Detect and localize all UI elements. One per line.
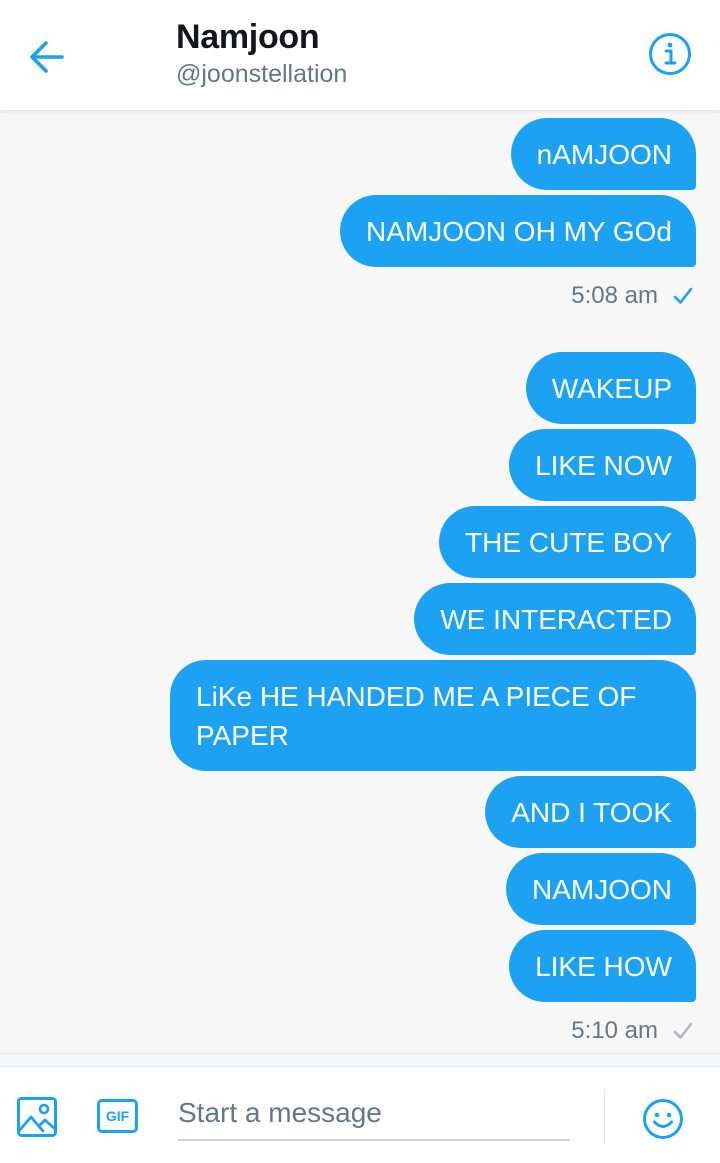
gif-button[interactable]: GIF: [97, 1099, 138, 1133]
emoji-icon[interactable]: [642, 1098, 684, 1140]
conversation-title[interactable]: Namjoon: [176, 18, 320, 57]
image-icon[interactable]: [16, 1096, 58, 1138]
info-icon[interactable]: [647, 31, 693, 77]
message-bubble[interactable]: WAKEUP: [525, 352, 696, 424]
timestamp-text: 5:08 am: [571, 282, 658, 309]
composer-separator: [604, 1089, 605, 1145]
read-check-icon: [673, 287, 693, 304]
thread-divider: [0, 1053, 720, 1054]
message-timestamp: 5:08 am: [571, 282, 694, 310]
message-bubble[interactable]: THE CUTE BOY: [439, 506, 696, 578]
message-composer: GIF: [0, 1066, 720, 1163]
conversation-handle[interactable]: @joonstellation: [176, 60, 347, 89]
conversation-header: Namjoon @joonstellation: [0, 0, 720, 111]
sent-check-icon: [673, 1022, 693, 1039]
message-bubble[interactable]: AND I TOOK: [485, 776, 696, 848]
message-bubble[interactable]: LIKE NOW: [509, 429, 696, 501]
message-bubble[interactable]: NAMJOON: [506, 853, 696, 925]
timestamp-text: 5:10 am: [571, 1017, 658, 1044]
message-timestamp: 5:10 am: [571, 1017, 694, 1045]
message-bubble[interactable]: WE INTERACTED: [414, 583, 696, 655]
message-bubble[interactable]: LiKe HE HANDED ME A PIECE OF PAPER: [170, 660, 696, 771]
message-bubble[interactable]: NAMJOON OH MY GOd: [340, 195, 696, 267]
message-input[interactable]: [178, 1087, 570, 1141]
message-thread[interactable]: nAMJOON NAMJOON OH MY GOd 5:08 am WAKEUP…: [0, 111, 720, 1053]
arrow-left-icon[interactable]: [24, 34, 70, 80]
message-bubble[interactable]: LIKE HOW: [509, 930, 696, 1002]
message-bubble[interactable]: nAMJOON: [510, 118, 696, 190]
